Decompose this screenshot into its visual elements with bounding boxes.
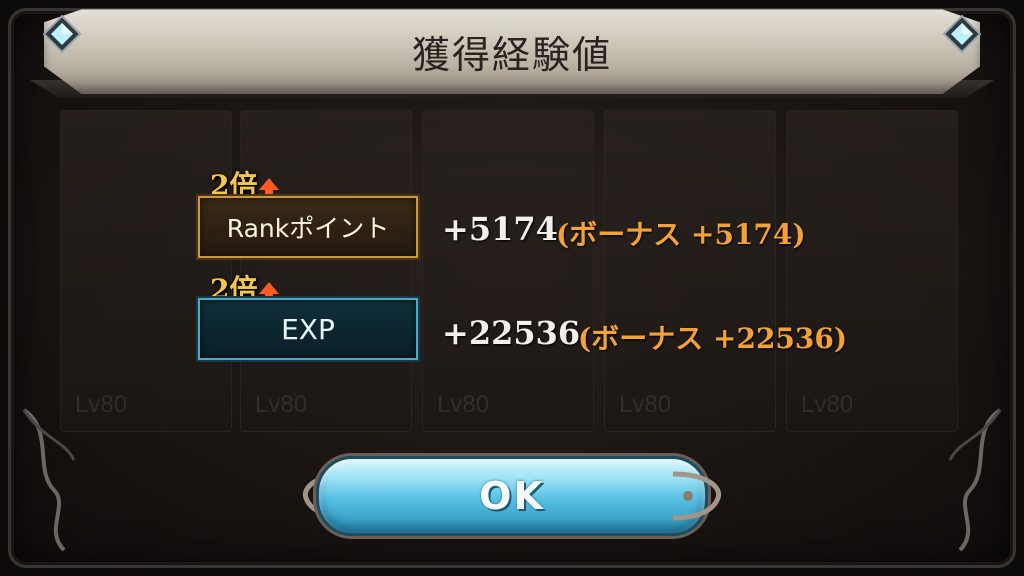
card-level: Lv80 xyxy=(437,391,490,418)
rank-points-label-box: Rankポイント xyxy=(198,196,418,258)
rank-points-value: +5174 xyxy=(442,210,558,248)
background-card: Lv80 xyxy=(60,110,232,432)
card-level: Lv80 xyxy=(619,391,672,418)
corner-ornament-icon xyxy=(22,408,76,552)
card-level: Lv80 xyxy=(801,391,854,418)
card-level: Lv80 xyxy=(255,391,308,418)
up-arrow-icon xyxy=(259,281,280,301)
exp-bonus: (ボーナス +22536) xyxy=(578,322,848,355)
ok-button[interactable]: OK xyxy=(316,456,708,536)
background-card: Lv80 xyxy=(604,110,776,432)
diamond-gem-icon xyxy=(942,14,982,54)
exp-label-box: EXP xyxy=(198,298,418,360)
dialog-title: 獲得経験値 xyxy=(411,33,612,77)
button-flourish-right-icon xyxy=(672,471,722,521)
rank-points-bonus: (ボーナス +5174) xyxy=(556,218,806,251)
ok-button-wrapper: OK xyxy=(296,446,728,546)
background-cards: Lv80 Lv80 Lv80 Lv80 Lv80 xyxy=(60,110,960,432)
background-card: Lv80 xyxy=(786,110,958,432)
up-arrow-icon xyxy=(259,177,280,197)
ok-button-label: OK xyxy=(479,474,545,518)
corner-ornament-icon xyxy=(948,408,1002,552)
exp-value: +22536 xyxy=(442,314,581,352)
rank-points-label: Rankポイント xyxy=(226,214,390,243)
diamond-gem-icon xyxy=(42,14,82,54)
background-card: Lv80 xyxy=(422,110,594,432)
exp-label: EXP xyxy=(281,312,335,346)
